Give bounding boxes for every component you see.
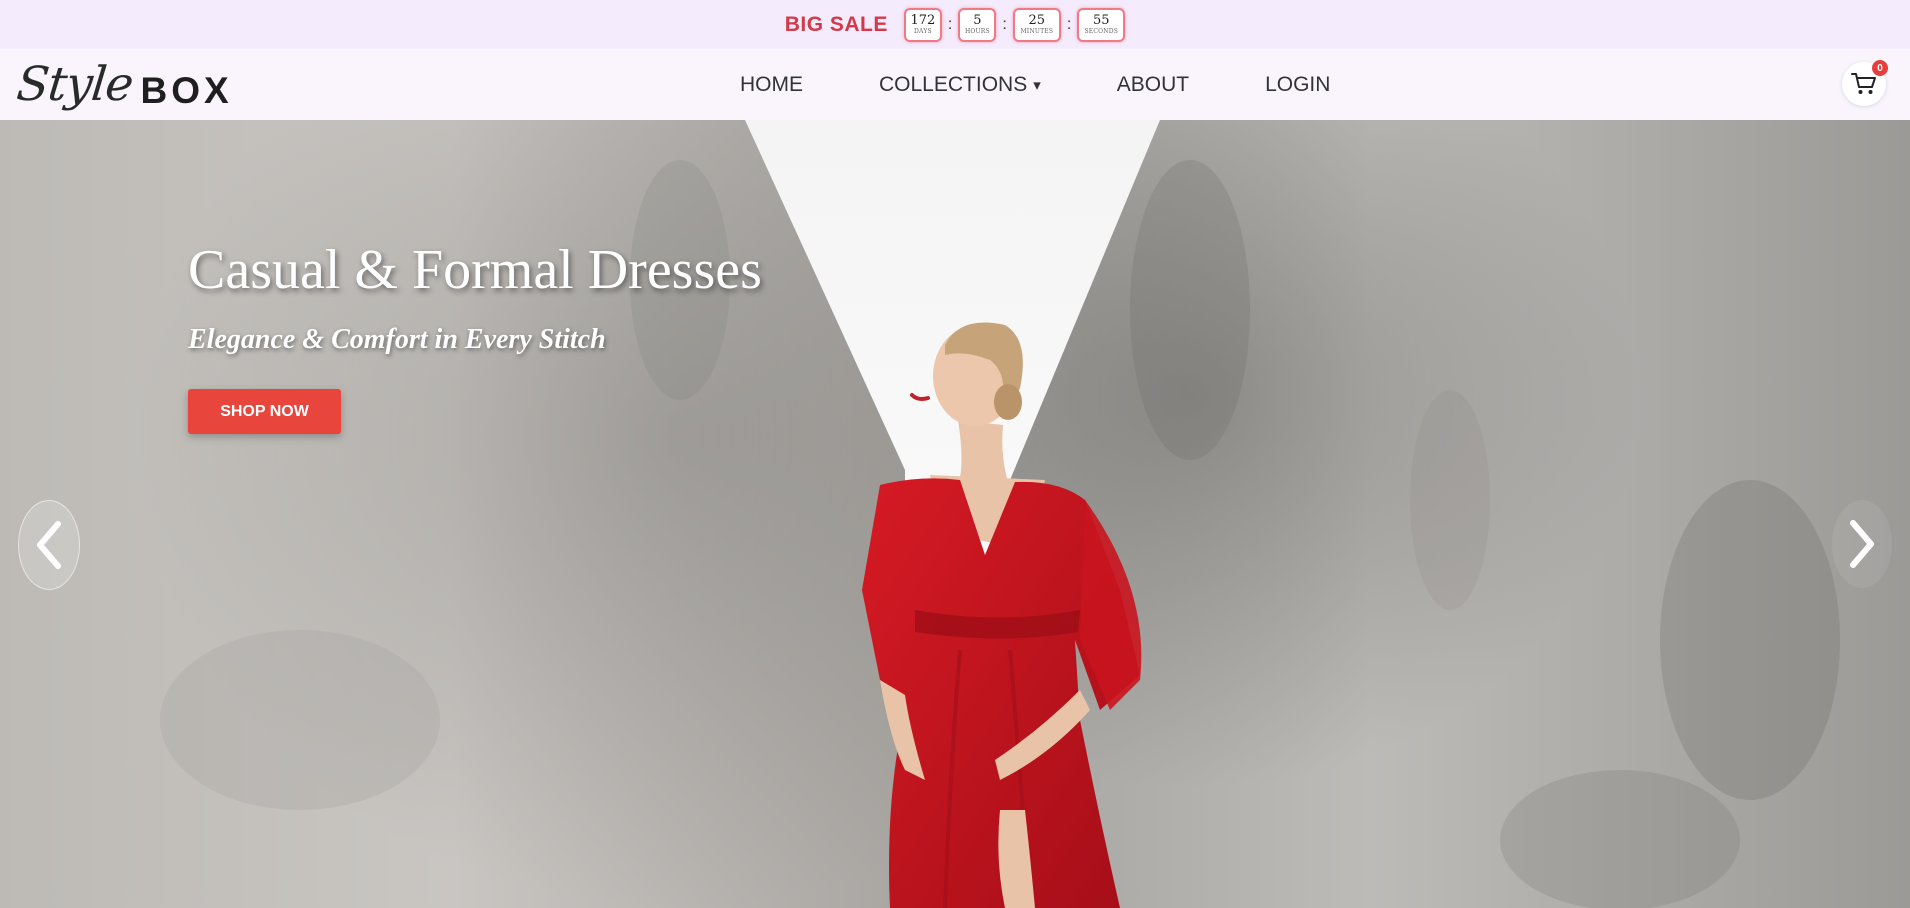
countdown-hours-unit: HOURS (964, 27, 990, 35)
countdown-days: 172 DAYS (903, 7, 942, 42)
shop-now-button[interactable]: SHOP NOW (188, 389, 341, 434)
countdown-seconds: 55 SECONDS (1077, 7, 1126, 42)
countdown-days-unit: DAYS (914, 27, 932, 35)
nav-collections[interactable]: COLLECTIONS ▾ (879, 73, 1041, 97)
cart-button[interactable]: 0 (1842, 60, 1888, 106)
carousel-prev-button[interactable] (18, 500, 80, 590)
countdown-seconds-unit: SECONDS (1084, 27, 1119, 35)
countdown-separator: : (947, 15, 953, 33)
countdown-minutes-value: 25 (1028, 12, 1046, 28)
countdown-seconds-value: 55 (1092, 12, 1110, 28)
nav-home[interactable]: HOME (740, 73, 803, 97)
nav-login[interactable]: LOGIN (1265, 73, 1330, 97)
main-nav: HOME COLLECTIONS ▾ ABOUT LOGIN (740, 49, 1330, 120)
site-header: Style BOX HOME COLLECTIONS ▾ ABOUT LOGIN… (0, 49, 1910, 121)
sale-label: BIG SALE (784, 12, 888, 36)
logo-box-text: BOX (140, 70, 233, 111)
hero-subtitle: Elegance & Comfort in Every Stitch (188, 324, 606, 355)
countdown-hours-value: 5 (973, 12, 982, 28)
countdown-days-value: 172 (910, 12, 936, 28)
cart-count-badge: 0 (1872, 60, 1888, 76)
hero-carousel: Casual & Formal Dresses Elegance & Comfo… (0, 120, 1910, 908)
countdown-separator: : (1002, 15, 1007, 33)
countdown-minutes-unit: MINUTES (1020, 27, 1054, 35)
carousel-next-button[interactable] (1832, 500, 1892, 588)
promo-bar: BIG SALE 172 DAYS : 5 HOURS : 25 MINUTES… (0, 0, 1910, 49)
logo-script-text: Style (14, 56, 136, 112)
chevron-left-icon (37, 521, 61, 569)
hero-title: Casual & Formal Dresses (188, 239, 762, 301)
chevron-down-icon: ▾ (1033, 76, 1041, 94)
nav-about[interactable]: ABOUT (1117, 73, 1189, 97)
cart-icon (1851, 73, 1876, 94)
nav-collections-label: COLLECTIONS (879, 72, 1028, 96)
site-logo[interactable]: Style BOX (14, 53, 233, 115)
countdown-separator: : (1066, 15, 1072, 33)
countdown-minutes: 25 MINUTES (1012, 7, 1061, 42)
chevron-right-icon (1850, 520, 1874, 568)
countdown-hours: 5 HOURS (958, 7, 997, 42)
